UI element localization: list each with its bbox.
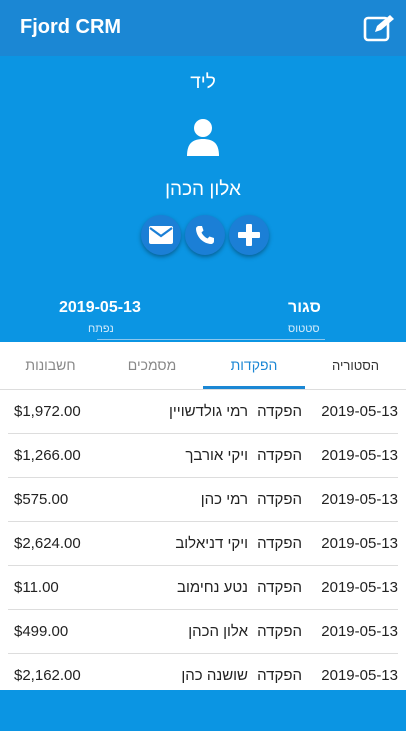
- phone-icon: [196, 226, 214, 244]
- amount: $11.00: [14, 579, 59, 596]
- lead-name: אלון הכהן: [165, 179, 241, 200]
- amount: $1,266.00: [14, 447, 81, 464]
- plus-icon: [238, 224, 260, 246]
- tab-deposits[interactable]: הפקדות: [203, 342, 305, 389]
- table-row[interactable]: $1,972.00 רמי גולדשויין הפקדה 2019-05-13: [8, 390, 398, 434]
- active-tab-indicator: [203, 386, 305, 389]
- transaction-type: הפקדה: [257, 579, 302, 596]
- person-name: אלון הכהן: [188, 623, 248, 640]
- tab-documents[interactable]: מסמכים: [101, 342, 203, 389]
- mail-icon: [149, 226, 173, 244]
- call-button[interactable]: [185, 215, 225, 255]
- table-row[interactable]: $2,624.00 ויקי דניאלוב הפקדה 2019-05-13: [8, 522, 398, 566]
- date: 2019-05-13: [321, 403, 398, 420]
- transaction-type: הפקדה: [257, 491, 302, 508]
- tab-bar: הסטוריה הפקדות מסמכים חשבונות: [0, 342, 406, 390]
- transaction-type: הפקדה: [257, 667, 302, 684]
- stat-divider: [97, 339, 325, 340]
- person-icon: [187, 119, 219, 156]
- table-row[interactable]: $1,266.00 ויקי אורבך הפקדה 2019-05-13: [8, 434, 398, 478]
- amount: $499.00: [14, 623, 69, 640]
- amount: $1,972.00: [14, 403, 81, 420]
- date: 2019-05-13: [321, 447, 398, 464]
- date: 2019-05-13: [321, 535, 398, 552]
- opened-label: נפתח: [88, 323, 114, 335]
- edit-button[interactable]: [362, 10, 398, 46]
- person-name: נטע נחימוב: [176, 579, 248, 596]
- app-title: Fjord CRM: [20, 16, 122, 38]
- amount: $2,624.00: [14, 535, 81, 552]
- lead-type-label: ליד: [190, 72, 216, 93]
- add-button[interactable]: [229, 215, 269, 255]
- app-bar: Fjord CRM: [0, 0, 406, 56]
- amount: $2,162.00: [14, 667, 81, 684]
- edit-icon: [363, 15, 394, 42]
- person-name: רמי גולדשויין: [169, 403, 248, 420]
- tab-history[interactable]: הסטוריה: [305, 342, 406, 389]
- deposits-list: $1,972.00 רמי גולדשויין הפקדה 2019-05-13…: [0, 390, 406, 697]
- status-label: סטטוס: [288, 323, 320, 335]
- table-row[interactable]: $499.00 אלון הכהן הפקדה 2019-05-13: [8, 610, 398, 654]
- date: 2019-05-13: [321, 579, 398, 596]
- date: 2019-05-13: [321, 623, 398, 640]
- lead-header: ליד אלון הכהן 2019-05-13 נפתח סגור סטטוס: [0, 56, 406, 342]
- tab-accounts[interactable]: חשבונות: [0, 342, 101, 389]
- date: 2019-05-13: [321, 667, 398, 684]
- status-value: סגור: [288, 299, 321, 316]
- person-name: רמי כהן: [200, 491, 248, 508]
- amount: $575.00: [14, 491, 69, 508]
- transaction-type: הפקדה: [257, 447, 302, 464]
- footer-bar: [0, 690, 406, 731]
- person-name: ויקי דניאלוב: [175, 535, 248, 552]
- email-button[interactable]: [141, 215, 181, 255]
- transaction-type: הפקדה: [257, 623, 302, 640]
- person-name: שושנה כהן: [181, 667, 248, 684]
- transaction-type: הפקדה: [257, 403, 302, 420]
- table-row[interactable]: $11.00 נטע נחימוב הפקדה 2019-05-13: [8, 566, 398, 610]
- person-name: ויקי אורבך: [185, 447, 248, 464]
- table-row[interactable]: $575.00 רמי כהן הפקדה 2019-05-13: [8, 478, 398, 522]
- transaction-type: הפקדה: [257, 535, 302, 552]
- date: 2019-05-13: [321, 491, 398, 508]
- opened-date: 2019-05-13: [59, 299, 141, 316]
